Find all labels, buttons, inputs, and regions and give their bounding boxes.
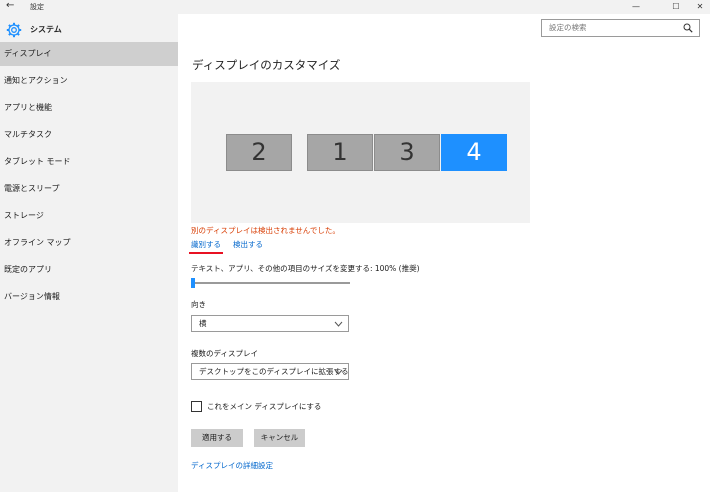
orientation-label: 向き: [191, 300, 206, 309]
apply-button[interactable]: 適用する: [191, 429, 243, 447]
orientation-value: 横: [199, 319, 207, 328]
main-display-checkbox-label[interactable]: これをメイン ディスプレイにする: [207, 402, 321, 412]
sidebar-item-storage[interactable]: ストレージ: [0, 204, 178, 228]
cancel-button[interactable]: キャンセル: [254, 429, 305, 447]
sidebar-item-offline-maps[interactable]: オフライン マップ: [0, 231, 178, 255]
identify-link[interactable]: 識別する: [191, 240, 221, 250]
chevron-down-icon: [334, 369, 343, 375]
main-content: ディスプレイのカスタマイズ 2 1 3 4 別のディスプレイは検出されませんでし…: [178, 14, 710, 492]
detect-link[interactable]: 検出する: [233, 240, 263, 250]
monitor-4[interactable]: 4: [441, 134, 507, 171]
sidebar-item-default-apps[interactable]: 既定のアプリ: [0, 258, 178, 282]
sidebar-item-tablet-mode[interactable]: タブレット モード: [0, 150, 178, 174]
sidebar: システム ディスプレイ 通知とアクション アプリと機能 マルチタスク タブレット…: [0, 14, 178, 492]
search-placeholder: 設定の検索: [549, 23, 587, 32]
minimize-button[interactable]: —: [624, 0, 648, 14]
sidebar-header-label: システム: [30, 25, 62, 34]
chevron-down-icon: [334, 321, 343, 327]
sidebar-item-power-sleep[interactable]: 電源とスリープ: [0, 177, 178, 201]
sidebar-header: システム: [0, 18, 178, 40]
gear-icon: [6, 22, 22, 38]
multiple-displays-value: デスクトップをこのディスプレイに拡張する: [199, 367, 349, 376]
sidebar-item-about[interactable]: バージョン情報: [0, 285, 178, 309]
sidebar-item-display[interactable]: ディスプレイ: [0, 42, 178, 66]
advanced-display-settings-link[interactable]: ディスプレイの詳細設定: [191, 461, 273, 471]
scale-slider-track[interactable]: [191, 282, 350, 284]
display-arrangement-preview: 2 1 3 4: [191, 82, 530, 223]
orientation-dropdown[interactable]: 横: [191, 315, 349, 332]
identify-highlight-underline: [189, 252, 223, 254]
multiple-displays-dropdown[interactable]: デスクトップをこのディスプレイに拡張する: [191, 363, 349, 380]
window-title: 設定: [30, 3, 44, 11]
maximize-button[interactable]: ☐: [664, 0, 688, 14]
page-title: ディスプレイのカスタマイズ: [192, 58, 341, 72]
monitor-1[interactable]: 1: [307, 134, 373, 171]
settings-search-box[interactable]: 設定の検索: [541, 19, 700, 37]
sidebar-item-apps[interactable]: アプリと機能: [0, 96, 178, 120]
title-bar: ← 設定 — ☐ ✕: [0, 0, 710, 14]
monitor-2[interactable]: 2: [226, 134, 292, 171]
multiple-displays-label: 複数のディスプレイ: [191, 349, 258, 358]
monitor-3[interactable]: 3: [374, 134, 440, 171]
scale-label: テキスト、アプリ、その他の項目のサイズを変更する: 100% (推奨): [191, 264, 420, 273]
sidebar-item-notifications[interactable]: 通知とアクション: [0, 69, 178, 93]
close-button[interactable]: ✕: [688, 0, 710, 14]
main-display-checkbox[interactable]: [191, 401, 202, 412]
scale-slider-thumb[interactable]: [191, 278, 195, 288]
no-display-detected-warning: 別のディスプレイは検出されませんでした。: [191, 226, 340, 235]
search-icon[interactable]: [683, 23, 693, 33]
back-arrow-icon[interactable]: ←: [6, 0, 14, 12]
sidebar-item-multitasking[interactable]: マルチタスク: [0, 123, 178, 147]
